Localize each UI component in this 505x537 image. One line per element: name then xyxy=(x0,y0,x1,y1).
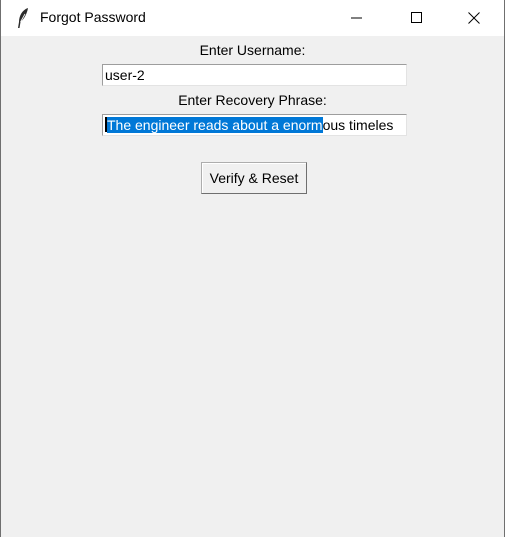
username-value: user-2 xyxy=(105,67,145,83)
selected-text: The engineer reads about a enorm xyxy=(107,117,323,133)
recovery-phrase-label: Enter Recovery Phrase: xyxy=(178,92,327,108)
unselected-text: ous timeles xyxy=(322,117,394,133)
close-button[interactable] xyxy=(451,0,497,36)
maximize-icon xyxy=(411,12,422,23)
maximize-button[interactable] xyxy=(394,0,440,36)
recovery-phrase-text: The engineer reads about a enormous time… xyxy=(105,117,393,134)
username-label: Enter Username: xyxy=(199,42,306,58)
feather-icon xyxy=(16,7,30,29)
minimize-button[interactable] xyxy=(334,0,380,36)
username-input[interactable]: user-2 xyxy=(102,64,407,86)
title-bar[interactable]: Forgot Password xyxy=(1,0,504,36)
window-title: Forgot Password xyxy=(40,9,146,25)
verify-reset-button[interactable]: Verify & Reset xyxy=(201,162,307,194)
forgot-password-window: Forgot Password Enter Username: user-2 E… xyxy=(0,0,505,537)
close-icon xyxy=(468,12,480,24)
recovery-phrase-input[interactable]: The engineer reads about a enormous time… xyxy=(102,114,407,136)
minimize-icon xyxy=(351,17,362,19)
